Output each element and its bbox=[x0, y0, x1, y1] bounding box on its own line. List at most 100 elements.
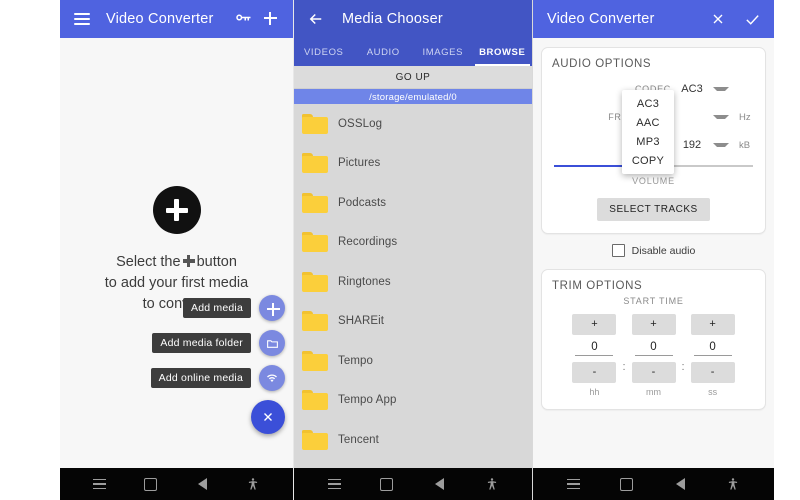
left-margin bbox=[0, 0, 60, 500]
close-icon[interactable] bbox=[706, 7, 730, 31]
fab-label-add-media-folder: Add media folder bbox=[152, 333, 251, 353]
tab-audio[interactable]: AUDIO bbox=[354, 38, 414, 66]
list-item[interactable]: Tempo App bbox=[294, 381, 532, 421]
folder-name: OSSLog bbox=[338, 117, 383, 130]
list-item[interactable]: Tempo bbox=[294, 341, 532, 381]
fab-action-add-online-media[interactable]: Add online media bbox=[75, 365, 285, 391]
go-up-button[interactable]: GO UP bbox=[294, 66, 532, 89]
decrement-ss-button[interactable]: - bbox=[690, 362, 735, 383]
inline-plus-icon bbox=[182, 255, 195, 267]
chevron-down-icon[interactable] bbox=[713, 87, 729, 91]
fab-action-add-media[interactable]: Add media bbox=[75, 295, 285, 321]
app-bar: Media Chooser bbox=[294, 0, 532, 38]
options-body[interactable]: AUDIO OPTIONS CODEC AC3 FREQUENCY Hz BIT… bbox=[533, 38, 774, 468]
time-stepper-group: + 0 - hh : + 0 - mm : + 0 - ss bbox=[552, 314, 755, 397]
decrement-mm-button[interactable]: - bbox=[631, 362, 676, 383]
accessibility-icon[interactable] bbox=[722, 473, 744, 495]
empty-state-body: Select the button to add your first media… bbox=[60, 38, 293, 468]
check-icon[interactable] bbox=[740, 7, 764, 31]
trim-options-title: TRIM OPTIONS bbox=[552, 280, 643, 292]
dropdown-option-ac3[interactable]: AC3 bbox=[622, 94, 674, 113]
tab-browse[interactable]: BROWSE bbox=[473, 38, 533, 66]
quantity-stepper-hh[interactable]: + 0 - hh bbox=[572, 314, 617, 397]
time-separator: : bbox=[622, 360, 626, 373]
right-margin bbox=[774, 0, 800, 500]
home-icon[interactable] bbox=[140, 473, 162, 495]
add-online-media-button[interactable] bbox=[259, 365, 285, 391]
chevron-down-icon[interactable] bbox=[713, 143, 729, 147]
fab-label-add-online-media: Add online media bbox=[150, 368, 251, 388]
dropdown-option-mp3[interactable]: MP3 bbox=[622, 132, 674, 151]
screen-video-converter-empty: Video Converter Select the button to add … bbox=[60, 0, 293, 500]
key-icon[interactable] bbox=[231, 7, 255, 31]
folder-icon bbox=[302, 390, 328, 411]
increment-hh-button[interactable]: + bbox=[572, 314, 617, 335]
folder-list[interactable]: OSSLog Pictures Podcasts Recordings Ring… bbox=[294, 104, 532, 468]
folder-name: Ringtones bbox=[338, 275, 391, 288]
app-bar: Video Converter bbox=[60, 0, 293, 38]
codec-value: AC3 bbox=[681, 83, 703, 95]
add-media-button[interactable] bbox=[259, 295, 285, 321]
list-item[interactable]: OSSLog bbox=[294, 104, 532, 144]
dropdown-option-aac[interactable]: AAC bbox=[622, 113, 674, 132]
fab-label-add-media: Add media bbox=[183, 298, 251, 318]
time-separator: : bbox=[681, 360, 685, 373]
disable-audio-row[interactable]: Disable audio bbox=[533, 244, 774, 257]
folder-name: Tempo App bbox=[338, 394, 397, 407]
recents-icon[interactable] bbox=[323, 473, 345, 495]
page-title: Video Converter bbox=[106, 11, 214, 27]
list-item[interactable]: Tencent bbox=[294, 420, 532, 460]
folder-name: Podcasts bbox=[338, 196, 387, 209]
increment-mm-button[interactable]: + bbox=[631, 314, 676, 335]
decrement-hh-button[interactable]: - bbox=[572, 362, 617, 383]
folder-icon bbox=[302, 153, 328, 174]
back-icon[interactable] bbox=[191, 473, 213, 495]
add-media-folder-button[interactable] bbox=[259, 330, 285, 356]
arrow-left-icon[interactable] bbox=[304, 7, 328, 31]
quantity-stepper-mm[interactable]: + 0 - mm bbox=[631, 314, 676, 397]
ss-value[interactable]: 0 bbox=[693, 341, 732, 356]
tab-bar: VIDEOS AUDIO IMAGES BROWSE bbox=[294, 38, 532, 66]
close-fab-button[interactable] bbox=[251, 400, 285, 434]
back-icon[interactable] bbox=[669, 473, 691, 495]
app-bar: Video Converter bbox=[533, 0, 774, 38]
tab-images[interactable]: IMAGES bbox=[413, 38, 473, 66]
folder-icon bbox=[302, 429, 328, 450]
home-icon[interactable] bbox=[376, 473, 398, 495]
back-icon[interactable] bbox=[428, 473, 450, 495]
plus-icon[interactable] bbox=[259, 7, 283, 31]
recents-icon[interactable] bbox=[563, 473, 585, 495]
dropdown-option-copy[interactable]: COPY bbox=[622, 151, 674, 170]
list-item[interactable]: Pictures bbox=[294, 144, 532, 184]
increment-ss-button[interactable]: + bbox=[690, 314, 735, 335]
screen-conversion-options: Video Converter AUDIO OPTIONS CODEC AC3 bbox=[532, 0, 774, 500]
accessibility-icon[interactable] bbox=[242, 473, 264, 495]
home-icon[interactable] bbox=[616, 473, 638, 495]
volume-caption: VOLUME bbox=[632, 176, 675, 186]
list-item[interactable]: Recordings bbox=[294, 223, 532, 263]
list-item[interactable] bbox=[294, 460, 532, 469]
folder-icon bbox=[302, 311, 328, 332]
screen-media-chooser: Media Chooser VIDEOS AUDIO IMAGES BROWSE… bbox=[293, 0, 532, 500]
folder-icon bbox=[302, 350, 328, 371]
page-title: Video Converter bbox=[547, 11, 655, 27]
fab-menu: Add media Add media folder Add online me… bbox=[75, 295, 285, 434]
mm-value[interactable]: 0 bbox=[634, 341, 673, 356]
list-item[interactable]: SHAREit bbox=[294, 302, 532, 342]
select-tracks-button[interactable]: SELECT TRACKS bbox=[597, 198, 710, 221]
chevron-down-icon[interactable] bbox=[713, 115, 729, 119]
hh-value[interactable]: 0 bbox=[575, 341, 614, 356]
empty-line2: to add your first media bbox=[104, 275, 249, 291]
recents-icon[interactable] bbox=[89, 473, 111, 495]
bitrate-value: 192 bbox=[682, 139, 702, 151]
fab-action-add-media-folder[interactable]: Add media folder bbox=[75, 330, 285, 356]
codec-dropdown-menu[interactable]: AC3 AAC MP3 COPY bbox=[622, 90, 674, 174]
hamburger-icon[interactable] bbox=[70, 7, 94, 31]
accessibility-icon[interactable] bbox=[481, 473, 503, 495]
quantity-stepper-ss[interactable]: + 0 - ss bbox=[690, 314, 735, 397]
tab-videos[interactable]: VIDEOS bbox=[294, 38, 354, 66]
list-item[interactable]: Podcasts bbox=[294, 183, 532, 223]
disable-audio-checkbox[interactable] bbox=[611, 244, 625, 257]
start-time-label: START TIME bbox=[623, 296, 684, 306]
list-item[interactable]: Ringtones bbox=[294, 262, 532, 302]
